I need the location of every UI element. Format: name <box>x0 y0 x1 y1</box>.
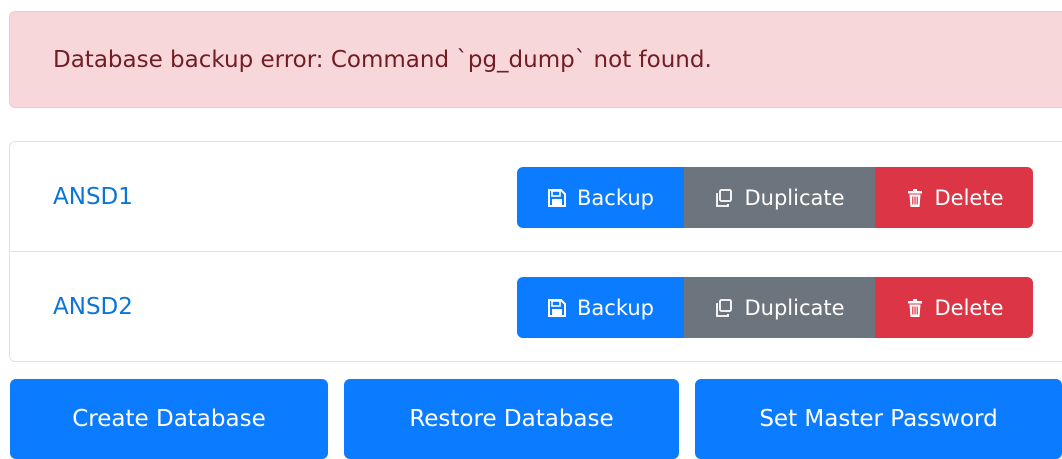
database-actions: Backup Duplicate Delete <box>517 277 1033 338</box>
floppy-disk-icon <box>548 298 566 317</box>
delete-button[interactable]: Delete <box>875 277 1033 338</box>
copy-icon <box>716 298 733 317</box>
trash-icon <box>907 188 922 207</box>
database-row: ANSD1 Backup Duplicate Delete <box>10 142 1062 252</box>
delete-button[interactable]: Delete <box>875 167 1033 228</box>
database-list: ANSD1 Backup Duplicate Delete ANSD2 Back… <box>9 141 1062 362</box>
backup-label: Backup <box>577 185 654 210</box>
backup-button[interactable]: Backup <box>517 167 684 228</box>
error-alert: Database backup error: Command `pg_dump`… <box>9 11 1062 108</box>
duplicate-button[interactable]: Duplicate <box>684 167 875 228</box>
floppy-disk-icon <box>548 188 566 207</box>
alert-message: Database backup error: Command `pg_dump`… <box>53 46 712 73</box>
database-name-link[interactable]: ANSD1 <box>53 184 133 210</box>
database-row: ANSD2 Backup Duplicate Delete <box>10 252 1062 362</box>
create-database-button[interactable]: Create Database <box>10 379 328 459</box>
duplicate-label: Duplicate <box>744 295 845 320</box>
delete-label: Delete <box>934 185 1004 210</box>
delete-label: Delete <box>934 295 1004 320</box>
backup-button[interactable]: Backup <box>517 277 684 338</box>
duplicate-label: Duplicate <box>744 185 845 210</box>
backup-label: Backup <box>577 295 654 320</box>
restore-database-button[interactable]: Restore Database <box>344 379 679 459</box>
copy-icon <box>716 188 733 207</box>
database-name-link[interactable]: ANSD2 <box>53 294 133 320</box>
duplicate-button[interactable]: Duplicate <box>684 277 875 338</box>
trash-icon <box>907 298 922 317</box>
set-master-password-button[interactable]: Set Master Password <box>695 379 1062 459</box>
database-actions: Backup Duplicate Delete <box>517 167 1033 228</box>
